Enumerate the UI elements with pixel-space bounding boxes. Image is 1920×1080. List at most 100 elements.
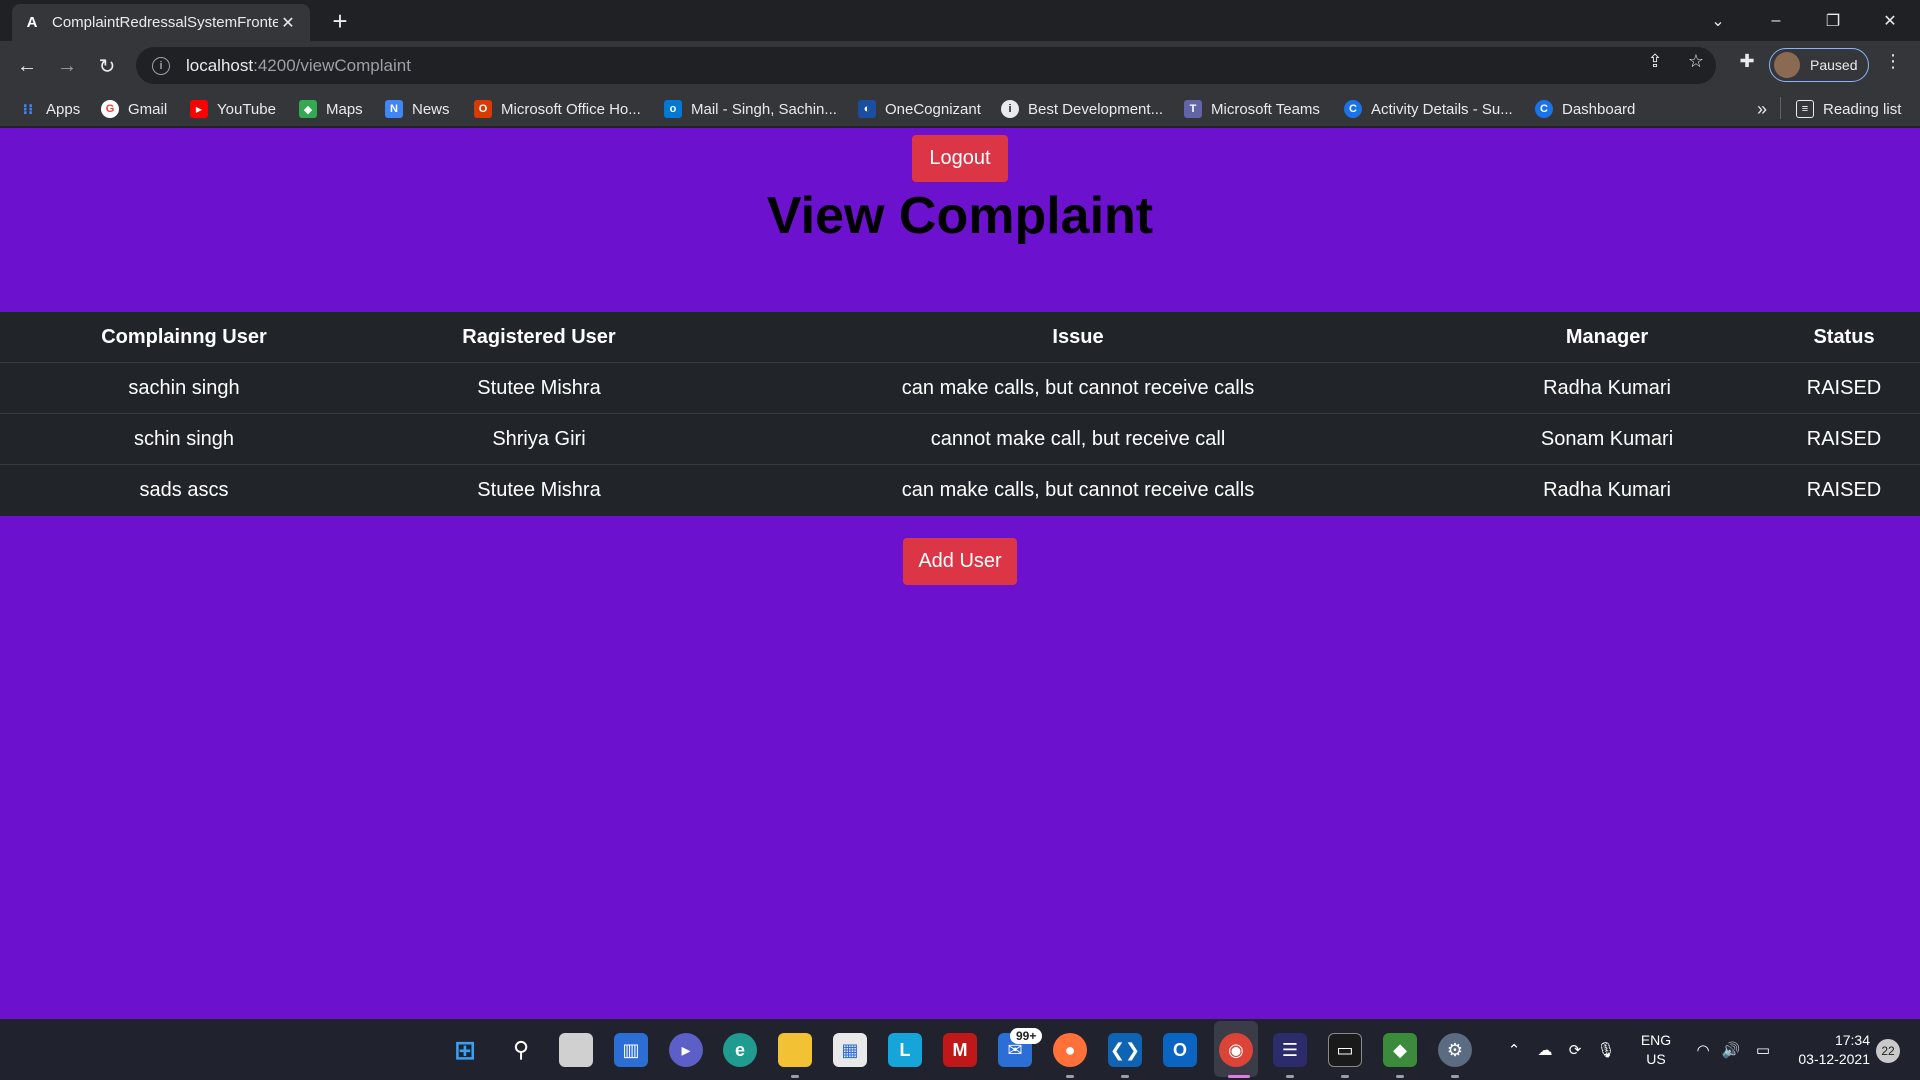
reading-list-icon: ≡ (1796, 100, 1814, 118)
outlook-icon[interactable]: O (1163, 1033, 1197, 1067)
cell-manager: Radha Kumari (1543, 376, 1671, 399)
active-indicator (1228, 1075, 1250, 1078)
bookmark-best-development[interactable]: i Best Development... (1001, 99, 1163, 119)
settings-gear-icon[interactable]: ⚙ (1438, 1033, 1472, 1067)
chrome-icon[interactable]: ◉ (1219, 1033, 1253, 1067)
bookmark-office[interactable]: O Microsoft Office Ho... (474, 99, 641, 119)
running-indicator (1396, 1075, 1404, 1078)
reading-list-button[interactable]: ≡ Reading list (1796, 99, 1901, 119)
bookmark-apps[interactable]: ⁝⁝ Apps (19, 99, 81, 119)
office-icon: O (474, 100, 492, 118)
minimize-button[interactable]: – (1748, 0, 1804, 41)
restore-button[interactable]: ❐ (1805, 0, 1861, 41)
wifi-icon[interactable]: ◠ (1690, 1019, 1716, 1080)
apps-grid-icon: ⁝⁝ (22, 100, 34, 117)
cell-registered-user: Stutee Mishra (477, 376, 601, 399)
cell-complaining-user: sads ascs (139, 479, 229, 501)
mysql-icon[interactable]: ▭ (1328, 1033, 1362, 1067)
angular-favicon-icon: A (26, 14, 38, 31)
bookmark-news[interactable]: N News (385, 99, 450, 119)
site-info-icon[interactable]: i (152, 56, 170, 75)
language-indicator[interactable]: ENG US (1636, 1031, 1676, 1069)
task-view-icon[interactable] (559, 1033, 593, 1067)
microsoft-store-icon[interactable]: ▦ (833, 1033, 867, 1067)
eclipse-icon[interactable]: ☰ (1273, 1033, 1307, 1067)
tab-title: ComplaintRedressalSystemFronte (52, 14, 278, 31)
bookmark-onecognizant[interactable]: ◐ OneCognizant (858, 99, 981, 119)
cell-status: RAISED (1806, 376, 1882, 399)
tab-search-chevron-icon[interactable]: ⌄ (1690, 0, 1746, 41)
clock-date: 03-12-2021 (1798, 1051, 1870, 1067)
extensions-puzzle-icon[interactable]: ✚ (1736, 50, 1758, 72)
firefox-icon[interactable]: ● (1053, 1033, 1087, 1067)
edge-icon[interactable]: e (723, 1033, 757, 1067)
widgets-icon[interactable]: ▥ (614, 1033, 648, 1067)
teams-icon: T (1184, 100, 1202, 118)
bookmarks-bar: ⁝⁝ Apps G Gmail ▶ YouTube ◆ Maps N News O Micr… (0, 90, 1920, 127)
close-window-button[interactable]: ✕ (1862, 0, 1918, 41)
column-header-issue: Issue (1052, 325, 1104, 348)
url-path: :4200/viewComplaint (253, 55, 411, 75)
logout-button[interactable]: Logout (912, 135, 1008, 182)
bookmark-star-icon[interactable]: ☆ (1685, 50, 1707, 72)
forward-button[interactable]: → (52, 51, 82, 81)
bookmarks-divider (1780, 97, 1781, 119)
cell-manager: Radha Kumari (1543, 479, 1671, 501)
cell-complaining-user: schin singh (133, 427, 235, 450)
browser-tab-active[interactable]: A ComplaintRedressalSystemFronte ✕ (12, 4, 310, 41)
c-logo-icon: C (1344, 100, 1362, 118)
column-header-complaining-user: Complainng User (101, 325, 267, 348)
complaints-table: Complainng User Ragistered User Issue Ma… (0, 312, 1920, 516)
bookmark-mail[interactable]: o Mail - Singh, Sachin... (664, 99, 837, 119)
bookmark-dashboard[interactable]: C Dashboard (1535, 99, 1635, 119)
l-app-icon[interactable]: L (888, 1033, 922, 1067)
cell-manager: Sonam Kumari (1540, 427, 1674, 450)
tab-strip: A ComplaintRedressalSystemFronte ✕ + ⌄ –… (0, 0, 1920, 41)
bookmark-teams[interactable]: T Microsoft Teams (1184, 99, 1320, 119)
reload-button[interactable]: ↻ (92, 51, 122, 81)
profile-button[interactable]: Paused (1769, 48, 1869, 82)
bookmark-gmail[interactable]: G Gmail (101, 99, 167, 119)
tab-close-icon[interactable]: ✕ (278, 13, 298, 33)
chat-icon[interactable]: ▸ (669, 1033, 703, 1067)
bookmark-site-icon: i (1001, 100, 1019, 118)
table-row: schin singh Shriya Giri cannot make call… (0, 414, 1920, 465)
cell-issue: can make calls, but cannot receive calls (901, 376, 1255, 399)
language-code: ENG (1640, 1032, 1672, 1048)
browser-toolbar: ← → ↻ i localhost:4200/viewComplaint ⇪ ☆… (0, 41, 1920, 90)
tray-chevron-icon[interactable]: ⌃ (1502, 1019, 1526, 1080)
file-explorer-icon[interactable] (778, 1033, 812, 1067)
sourcetree-icon[interactable]: ◆ (1383, 1033, 1417, 1067)
profile-status: Paused (1810, 57, 1858, 73)
onedrive-cloud-icon[interactable]: ☁ (1532, 1019, 1558, 1080)
running-indicator (1451, 1075, 1459, 1078)
news-icon: N (385, 100, 403, 118)
start-windows-icon[interactable]: ⊞ (448, 1033, 482, 1067)
youtube-icon: ▶ (190, 100, 208, 118)
search-icon[interactable]: ⚲ (504, 1033, 538, 1067)
back-button[interactable]: ← (12, 51, 42, 81)
maps-icon: ◆ (299, 100, 317, 118)
notification-count-badge[interactable]: 22 (1876, 1039, 1900, 1063)
bookmark-activity-details[interactable]: C Activity Details - Su... (1344, 99, 1513, 119)
address-bar[interactable]: i localhost:4200/viewComplaint (136, 47, 1716, 84)
mcafee-icon[interactable]: M (943, 1033, 977, 1067)
sync-icon[interactable]: ⟳ (1562, 1019, 1588, 1080)
running-indicator (1066, 1075, 1074, 1078)
system-clock[interactable]: 17:34 03-12-2021 (1788, 1031, 1870, 1069)
onecognizant-icon: ◐ (858, 100, 876, 118)
volume-icon[interactable]: 🔊 (1718, 1019, 1744, 1080)
bookmark-maps[interactable]: ◆ Maps (299, 99, 363, 119)
microphone-icon[interactable]: 🎙 (1594, 1019, 1618, 1080)
new-tab-button[interactable]: + (326, 8, 354, 36)
menu-kebab-icon[interactable]: ⋮ (1882, 50, 1904, 72)
share-icon[interactable]: ⇪ (1644, 50, 1666, 72)
vscode-icon[interactable]: ❮❯ (1108, 1033, 1142, 1067)
column-header-manager: Manager (1565, 325, 1649, 348)
add-user-button[interactable]: Add User (903, 538, 1017, 585)
bookmarks-overflow-button[interactable]: » (1757, 99, 1767, 119)
page-content: Logout View Complaint Complainng User Ra… (0, 128, 1920, 1019)
battery-icon[interactable]: ▭ (1750, 1019, 1776, 1080)
table-header-row: Complainng User Ragistered User Issue Ma… (0, 312, 1920, 363)
bookmark-youtube[interactable]: ▶ YouTube (190, 99, 276, 119)
